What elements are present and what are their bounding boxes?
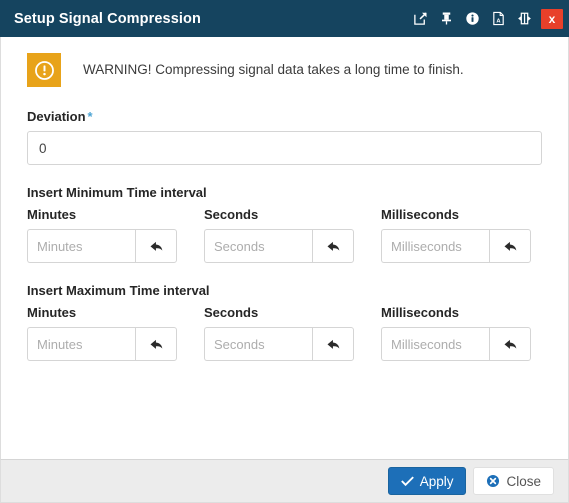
collapse-icon[interactable] — [511, 6, 537, 31]
max-seconds-label: Seconds — [204, 305, 259, 320]
max-milliseconds-reset-button[interactable] — [489, 327, 531, 361]
max-minutes-input[interactable] — [27, 327, 135, 361]
max-milliseconds-label: Milliseconds — [381, 305, 460, 320]
times-circle-icon — [486, 474, 500, 488]
warning-message: WARNING! Compressing signal data takes a… — [83, 61, 464, 77]
check-icon — [400, 475, 414, 488]
min-minutes-input[interactable] — [27, 229, 135, 263]
max-seconds-group — [204, 327, 354, 361]
svg-text:A: A — [496, 18, 501, 24]
min-minutes-group — [27, 229, 177, 263]
min-minutes-label: Minutes — [27, 207, 77, 222]
min-milliseconds-input[interactable] — [381, 229, 489, 263]
max-interval-section-title: Insert Maximum Time interval — [27, 283, 210, 298]
deviation-label: Deviation * — [27, 109, 542, 124]
min-seconds-group — [204, 229, 354, 263]
warning-banner: WARNING! Compressing signal data takes a… — [27, 53, 542, 87]
info-icon[interactable] — [459, 6, 485, 31]
popout-icon[interactable] — [407, 6, 433, 31]
exclamation-circle-icon — [27, 53, 61, 87]
deviation-input[interactable] — [27, 131, 542, 165]
close-icon-glyph: x — [548, 11, 556, 26]
min-interval-grid: Minutes Seconds Milliseconds — [27, 207, 542, 263]
min-interval-section-title: Insert Minimum Time interval — [27, 185, 207, 200]
close-button[interactable]: Close — [473, 467, 554, 495]
deviation-label-text: Deviation — [27, 109, 86, 124]
min-seconds-reset-button[interactable] — [312, 229, 354, 263]
max-minutes-label: Minutes — [27, 305, 77, 320]
max-seconds-reset-button[interactable] — [312, 327, 354, 361]
close-icon[interactable]: x — [541, 8, 563, 29]
max-seconds-input[interactable] — [204, 327, 312, 361]
min-milliseconds-label: Milliseconds — [381, 207, 460, 222]
max-interval-grid: Minutes Seconds Milliseconds — [27, 305, 542, 361]
dialog-footer: Apply Close — [0, 459, 569, 503]
dialog-title: Setup Signal Compression — [14, 10, 201, 27]
setup-signal-compression-dialog: Setup Signal Compression A x WARNING! Co… — [0, 0, 569, 503]
min-seconds-input[interactable] — [204, 229, 312, 263]
dialog-body: WARNING! Compressing signal data takes a… — [0, 37, 569, 459]
titlebar-tools: A x — [407, 6, 563, 31]
apply-button-label: Apply — [419, 473, 454, 489]
max-minutes-reset-button[interactable] — [135, 327, 177, 361]
close-button-label: Close — [506, 473, 541, 489]
apply-button[interactable]: Apply — [387, 467, 467, 495]
required-asterisk: * — [87, 109, 93, 124]
min-milliseconds-reset-button[interactable] — [489, 229, 531, 263]
pdf-icon[interactable]: A — [485, 6, 511, 31]
max-minutes-group — [27, 327, 177, 361]
min-milliseconds-group — [381, 229, 531, 263]
min-seconds-label: Seconds — [204, 207, 259, 222]
pin-icon[interactable] — [433, 6, 459, 31]
min-minutes-reset-button[interactable] — [135, 229, 177, 263]
max-milliseconds-input[interactable] — [381, 327, 489, 361]
max-milliseconds-group — [381, 327, 531, 361]
dialog-titlebar: Setup Signal Compression A x — [0, 0, 569, 37]
